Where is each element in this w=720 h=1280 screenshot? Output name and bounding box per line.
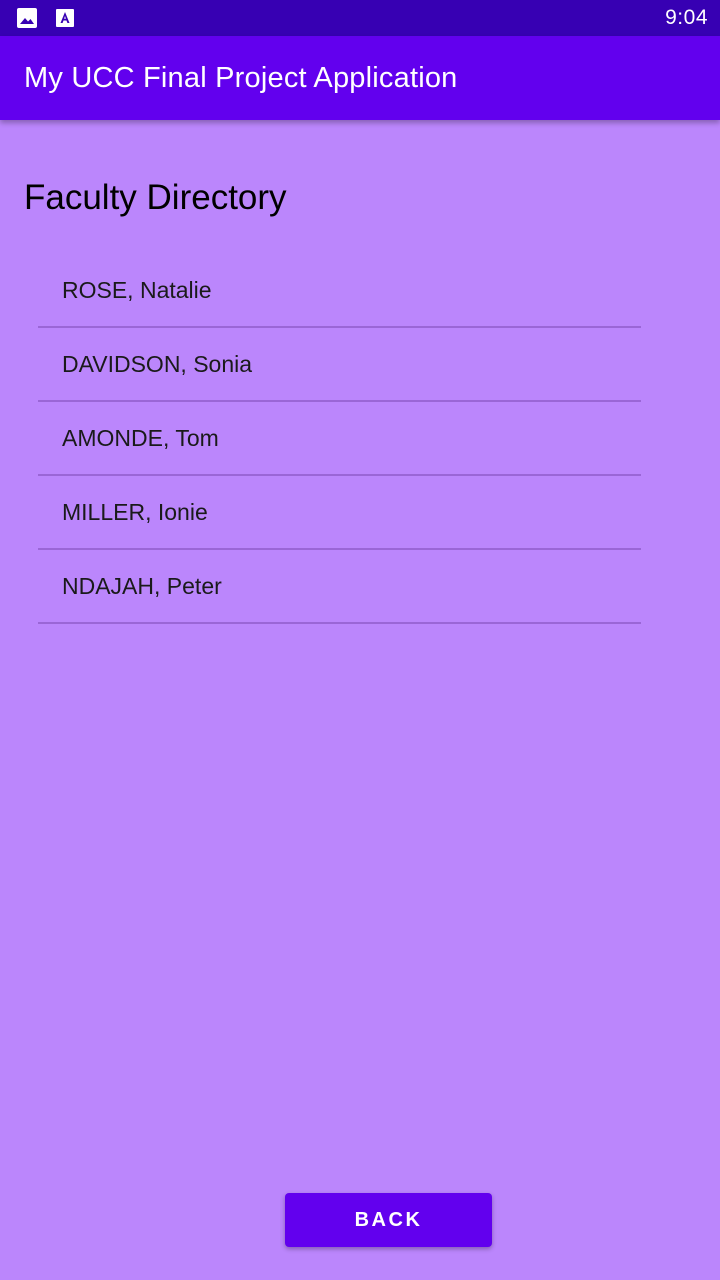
faculty-list: ROSE, Natalie DAVIDSON, Sonia AMONDE, To… [38, 254, 641, 624]
faculty-list-item[interactable]: ROSE, Natalie [38, 254, 641, 328]
faculty-list-item[interactable]: MILLER, Ionie [38, 476, 641, 550]
status-bar: 9:04 [0, 0, 720, 36]
faculty-list-item[interactable]: NDAJAH, Peter [38, 550, 641, 624]
image-icon [16, 7, 38, 29]
app-title: My UCC Final Project Application [24, 61, 458, 94]
font-download-icon [54, 7, 76, 29]
status-icons [16, 7, 76, 29]
app-bar: My UCC Final Project Application [0, 36, 720, 120]
faculty-list-item[interactable]: DAVIDSON, Sonia [38, 328, 641, 402]
back-button[interactable]: BACK [285, 1193, 492, 1247]
status-time: 9:04 [665, 6, 708, 29]
page-title: Faculty Directory [24, 178, 287, 217]
faculty-list-item[interactable]: AMONDE, Tom [38, 402, 641, 476]
